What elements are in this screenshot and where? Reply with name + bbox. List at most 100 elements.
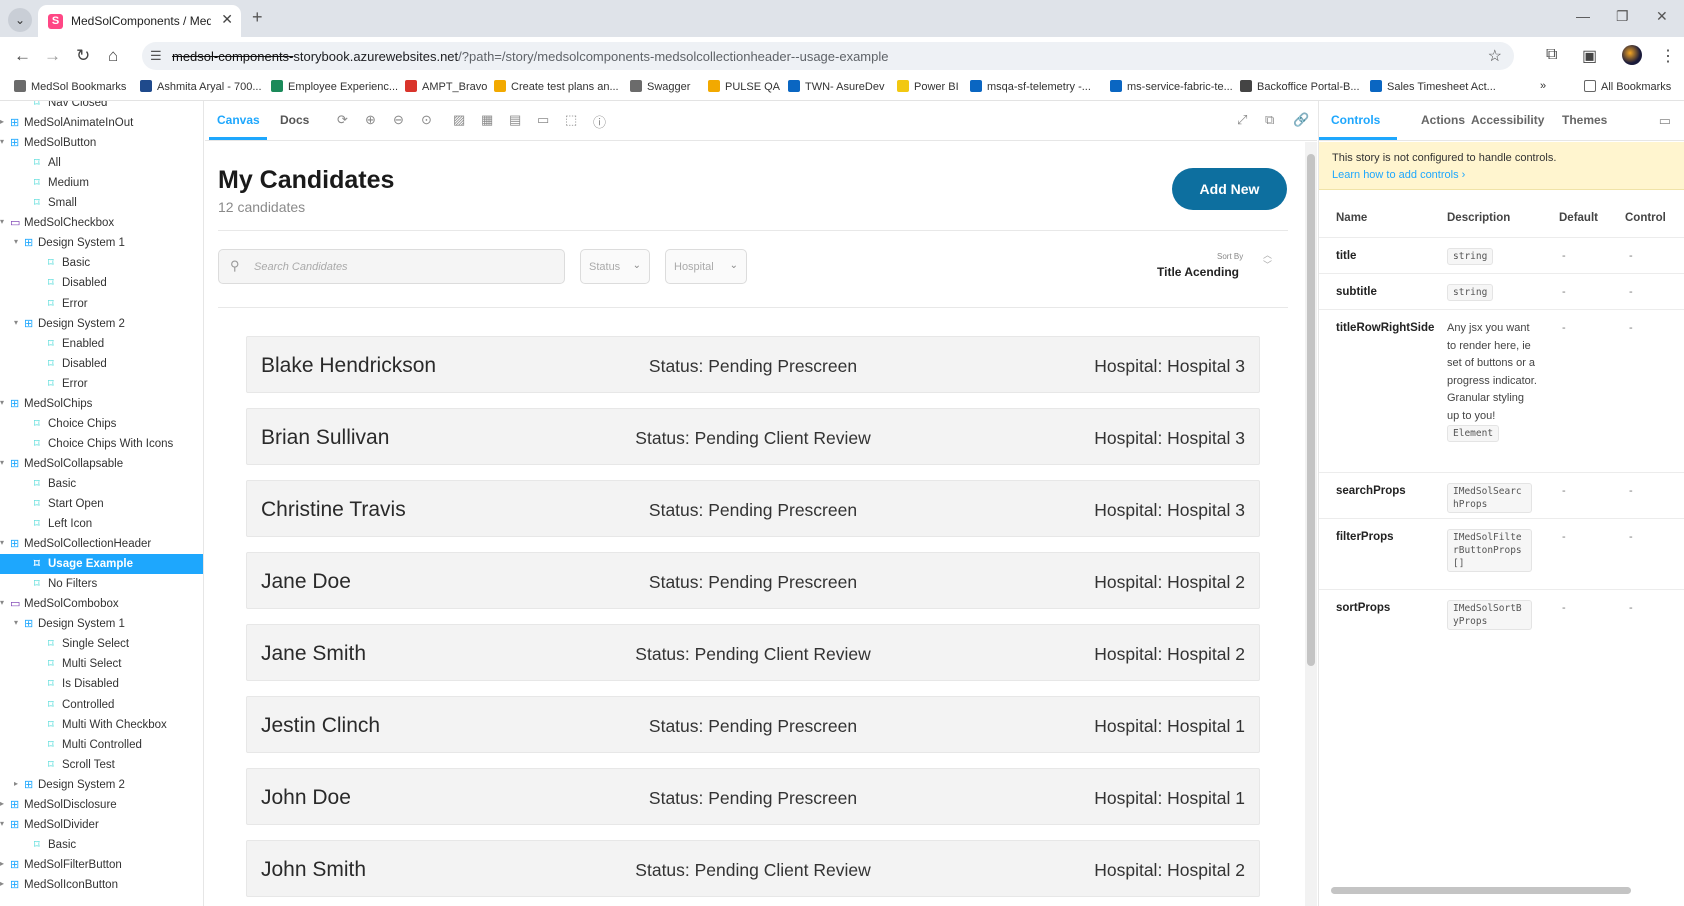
more-bookmarks-icon[interactable]: » bbox=[1540, 80, 1546, 92]
sort-by-button[interactable]: Title Acending bbox=[1157, 265, 1239, 279]
sidebar-item[interactable]: ▾ ⊞ MedSolButton bbox=[0, 133, 203, 153]
scrollbar-thumb[interactable] bbox=[1307, 154, 1315, 666]
sort-chevron-icon[interactable]: ︿ ﹀ bbox=[1263, 250, 1272, 270]
sidebar-item[interactable]: ▸ ⊞ MedSolDisclosure bbox=[0, 795, 203, 815]
accessibility-icon[interactable]: ⓘ bbox=[593, 112, 606, 131]
bookmark-item[interactable]: Create test plans an... bbox=[494, 80, 619, 93]
candidate-row[interactable]: John Doe Status: Pending Prescreen Hospita… bbox=[246, 768, 1260, 825]
search-input[interactable]: ⚲ Search Candidates bbox=[218, 249, 565, 284]
sidebar-item[interactable]: ⌑ Single Select bbox=[0, 634, 203, 654]
sidebar-item[interactable]: ⌑ Basic bbox=[0, 253, 203, 273]
tab-search-icon[interactable]: ⌄ bbox=[8, 8, 32, 32]
sidebar-item[interactable]: ⌑ Multi With Checkbox bbox=[0, 715, 203, 735]
candidate-row[interactable]: Jestin Clinch Status: Pending Prescreen Ho… bbox=[246, 696, 1260, 753]
tab-themes[interactable]: Themes bbox=[1562, 113, 1607, 127]
scrollbar-thumb[interactable] bbox=[1331, 887, 1631, 894]
add-new-button[interactable]: Add New bbox=[1172, 168, 1287, 210]
sidebar-item[interactable]: ▾ ▭ MedSolCheckbox bbox=[0, 213, 203, 233]
all-bookmarks[interactable]: All Bookmarks bbox=[1584, 80, 1671, 93]
home-icon[interactable]: ⌂ bbox=[108, 46, 118, 66]
sidebar-item[interactable]: ▾ ⊞ Design System 2 bbox=[0, 314, 203, 334]
bookmark-item[interactable]: AMPT_Bravo bbox=[405, 80, 487, 93]
window-close-icon[interactable]: ✕ bbox=[1656, 8, 1668, 25]
controls-horizontal-scrollbar[interactable] bbox=[1323, 885, 1681, 895]
fullscreen-icon[interactable]: ⤢ bbox=[1237, 112, 1247, 128]
sidebar-item[interactable]: ▸ ⊞ Design System 2 bbox=[0, 775, 203, 795]
tab-close-icon[interactable]: ✕ bbox=[221, 11, 233, 28]
learn-controls-link[interactable]: Learn how to add controls › bbox=[1332, 169, 1465, 181]
bookmark-item[interactable]: Backoffice Portal-B... bbox=[1240, 80, 1360, 93]
sidebar-item[interactable]: ⌑ Start Open bbox=[0, 494, 203, 514]
sidebar-item[interactable]: ⌑ Error bbox=[0, 374, 203, 394]
sidebar-item[interactable]: ⌑ Left Icon bbox=[0, 514, 203, 534]
browser-tab[interactable]: S MedSolComponents / MedSolC ✕ bbox=[38, 5, 241, 37]
bookmark-item[interactable]: Ashmita Aryal - 700... bbox=[140, 80, 262, 93]
sidebar-item[interactable]: ▸ ⊞ MedSolFilterButton bbox=[0, 855, 203, 875]
candidate-row[interactable]: John Smith Status: Pending Client Review H… bbox=[246, 840, 1260, 897]
sidebar-item[interactable]: ▾ ⊞ MedSolCollapsable bbox=[0, 454, 203, 474]
bookmark-item[interactable]: Employee Experienc... bbox=[271, 80, 398, 93]
panel-layout-icon[interactable]: ▭ bbox=[1659, 113, 1671, 129]
sidebar-item[interactable]: ▾ ⊞ MedSolDivider bbox=[0, 815, 203, 835]
sidepanel-icon[interactable]: ▣ bbox=[1582, 46, 1597, 66]
tab-accessibility[interactable]: Accessibility bbox=[1471, 113, 1544, 127]
minimize-icon[interactable]: — bbox=[1576, 8, 1590, 24]
zoom-in-icon[interactable]: ⊕ bbox=[365, 112, 376, 128]
sidebar-item[interactable]: ⌑ Is Disabled bbox=[0, 674, 203, 694]
sidebar-item[interactable]: ▾ ⊞ MedSolCollectionHeader bbox=[0, 534, 203, 554]
sidebar-item[interactable]: ⌑ Scroll Test bbox=[0, 755, 203, 775]
forward-icon[interactable]: → bbox=[44, 46, 61, 66]
sidebar-item[interactable]: ⌑ Multi Controlled bbox=[0, 735, 203, 755]
open-new-tab-icon[interactable]: ⧉ bbox=[1265, 112, 1274, 128]
sidebar-item[interactable]: ⌑ Disabled bbox=[0, 273, 203, 293]
sidebar-item[interactable]: ⌑ Error bbox=[0, 294, 203, 314]
tab-actions[interactable]: Actions bbox=[1421, 113, 1465, 127]
sidebar-item[interactable]: ⌑ Medium bbox=[0, 173, 203, 193]
sidebar-item[interactable]: ⌑ Choice Chips bbox=[0, 414, 203, 434]
sidebar-item[interactable]: ⌑ Basic bbox=[0, 474, 203, 494]
site-info-icon[interactable]: ☰ bbox=[150, 48, 162, 64]
sidebar-item[interactable]: ▾ ⊞ Design System 1 bbox=[0, 614, 203, 634]
measure-icon[interactable]: ▭ bbox=[537, 112, 549, 128]
browser-menu-icon[interactable]: ⋮ bbox=[1660, 46, 1676, 66]
outline-icon[interactable]: ⬚ bbox=[565, 112, 577, 128]
bookmark-item[interactable]: Power BI bbox=[897, 80, 959, 93]
bookmark-item[interactable]: Swagger bbox=[630, 80, 690, 93]
bookmark-item[interactable]: msqa-sf-telemetry -... bbox=[970, 80, 1091, 93]
zoom-reset-icon[interactable]: ⊙ bbox=[421, 112, 432, 128]
candidate-row[interactable]: Christine Travis Status: Pending Prescree… bbox=[246, 480, 1260, 537]
sidebar-item[interactable]: ▸ ⊞ MedSolIconButton bbox=[0, 875, 203, 895]
tab-controls[interactable]: Controls bbox=[1331, 113, 1380, 127]
remount-icon[interactable]: ⟳ bbox=[337, 112, 348, 128]
bookmark-item[interactable]: MedSol Bookmarks bbox=[14, 80, 126, 93]
bookmark-item[interactable]: PULSE QA bbox=[708, 80, 780, 93]
sidebar-item[interactable]: ⌑ No Filters bbox=[0, 574, 203, 594]
sidebar-item[interactable]: ⌑ Multi Select bbox=[0, 654, 203, 674]
bookmark-item[interactable]: ms-service-fabric-te... bbox=[1110, 80, 1233, 93]
background-icon[interactable]: ▨ bbox=[453, 112, 465, 128]
grid-icon[interactable]: ▦ bbox=[481, 112, 493, 128]
candidate-row[interactable]: Jane Smith Status: Pending Client Review H… bbox=[246, 624, 1260, 681]
viewport-icon[interactable]: ▤ bbox=[509, 112, 521, 128]
sidebar-item[interactable]: ▸ ⊞ MedSolAnimateInOut bbox=[0, 113, 203, 133]
sidebar-item[interactable]: ⌑ Basic bbox=[0, 835, 203, 855]
sidebar-item[interactable]: ⌑ Disabled bbox=[0, 354, 203, 374]
restore-icon[interactable]: ❐ bbox=[1616, 8, 1629, 25]
sidebar-item[interactable]: ⌑ Choice Chips With Icons bbox=[0, 434, 203, 454]
hospital-filter-button[interactable]: Hospital ⌄ bbox=[665, 249, 747, 284]
candidate-row[interactable]: Jane Doe Status: Pending Prescreen Hospita… bbox=[246, 552, 1260, 609]
preview-scrollbar[interactable] bbox=[1305, 142, 1317, 906]
copy-link-icon[interactable]: 🔗 bbox=[1293, 112, 1309, 128]
bookmark-item[interactable]: TWN- AsureDev bbox=[788, 80, 884, 93]
sidebar-item[interactable]: ⌑ Controlled bbox=[0, 695, 203, 715]
candidate-row[interactable]: Brian Sullivan Status: Pending Client Rev… bbox=[246, 408, 1260, 465]
sidebar-item[interactable]: ⌑ Usage Example bbox=[0, 554, 203, 575]
reload-icon[interactable]: ↻ bbox=[76, 46, 90, 66]
sidebar-item[interactable]: ⌑ Small bbox=[0, 193, 203, 213]
bookmark-star-icon[interactable]: ☆ bbox=[1488, 46, 1502, 66]
back-icon[interactable]: ← bbox=[14, 46, 31, 66]
sidebar-item[interactable]: ⌑ Enabled bbox=[0, 334, 203, 354]
sidebar-item[interactable]: ⌑ Nav Closed bbox=[0, 101, 203, 113]
tab-canvas[interactable]: Canvas bbox=[217, 113, 260, 127]
status-filter-button[interactable]: Status ⌄ bbox=[580, 249, 650, 284]
